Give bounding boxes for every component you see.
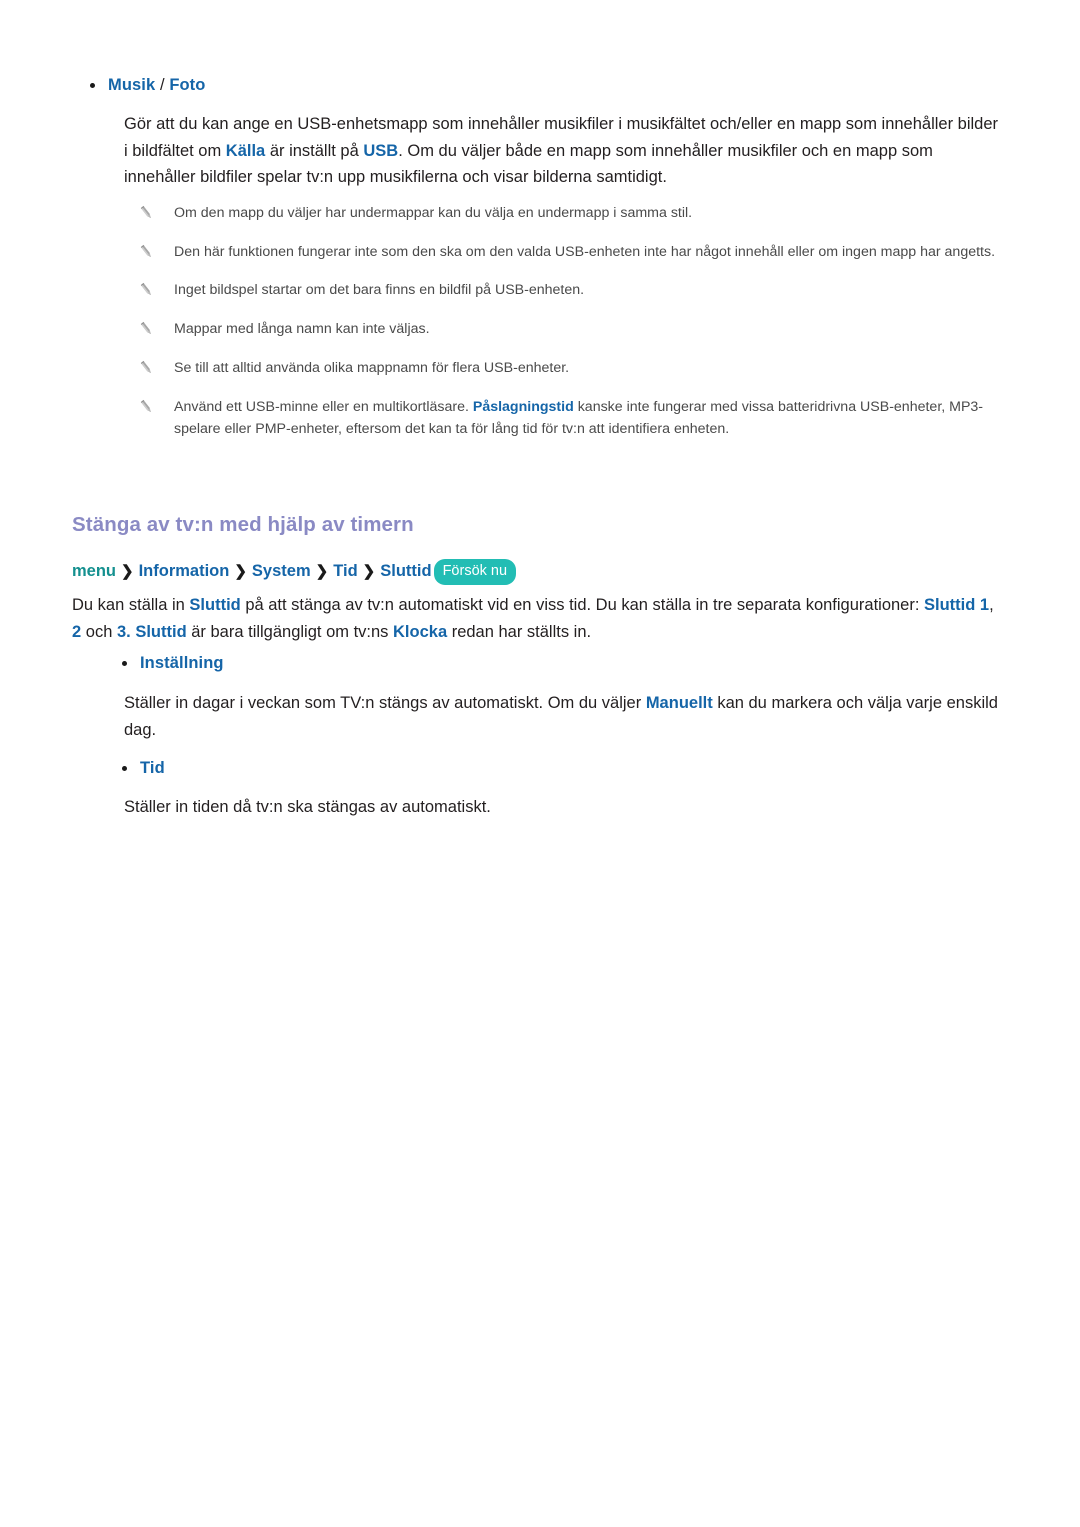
note-item: Om den mapp du väljer har undermappar ka… (124, 202, 1004, 225)
paragraph-tid: Ställer in tiden då tv:n ska stängas av … (124, 798, 491, 816)
note-text: Inget bildspel startar om det bara finns… (174, 282, 585, 299)
chevron-right-icon: ❯ (362, 563, 376, 580)
term-sluttid-repeat: Sluttid (135, 622, 187, 641)
note-item: Se till att alltid använda olika mappnam… (124, 357, 1004, 380)
text-segment: , (989, 596, 994, 614)
section-heading-timer: Stänga av tv:n med hjälp av timern (72, 513, 414, 536)
chevron-right-icon: ❯ (234, 563, 247, 580)
note-item: Mappar med långa namn kan inte väljas. (124, 318, 1004, 341)
text-segment: Du kan ställa in (72, 596, 190, 614)
pencil-icon (138, 398, 155, 415)
note-item: Den här funktionen fungerar inte som den… (124, 241, 1004, 264)
breadcrumb: menu ❯ Information ❯ System ❯ Tid ❯ Sluttid Försö… (72, 559, 517, 586)
bullet-dot-icon (90, 83, 95, 88)
pencil-icon (138, 320, 155, 337)
paragraph-timer: Du kan ställa in Sluttid på att stänga a… (72, 592, 1004, 645)
text-segment: redan har ställts in. (447, 622, 592, 641)
breadcrumb-item-sluttid[interactable]: Sluttid (380, 562, 431, 580)
note-list: Om den mapp du väljer har undermappar ka… (124, 202, 1004, 441)
text-segment: Ställer in dagar i veckan som TV:n stäng… (124, 694, 646, 712)
bullet-heading-tid: Tid (94, 757, 165, 780)
term-kalla: Källa (225, 141, 266, 160)
try-now-button[interactable]: Försök nu (433, 559, 517, 585)
note-item: Använd ett USB-minne eller en multikortl… (124, 396, 1004, 441)
text-segment: och (81, 622, 117, 641)
note-item: Inget bildspel startar om det bara finns… (124, 279, 1004, 302)
breadcrumb-item-system[interactable]: System (252, 562, 311, 580)
bullet-separator: / (155, 76, 170, 94)
term-sluttid-2: 2 (72, 622, 82, 641)
bullet-dot-icon (122, 766, 127, 771)
term-manuellt: Manuellt (645, 694, 713, 712)
text-segment: är inställt på (265, 141, 364, 160)
note-text: Om den mapp du väljer har undermappar ka… (174, 205, 693, 221)
term-sluttid: Sluttid (189, 596, 241, 614)
paragraph-installning: Ställer in dagar i veckan som TV:n stäng… (124, 690, 1004, 743)
bullet-label-installning: Inställning (140, 654, 224, 672)
paragraph-musik-foto: Gör att du kan ange en USB-enhetsmapp so… (124, 111, 1004, 191)
breadcrumb-item-tid[interactable]: Tid (333, 562, 357, 580)
chevron-right-icon: ❯ (121, 563, 134, 580)
bullet-label-foto: Foto (169, 76, 206, 94)
term-usb: USB (363, 141, 399, 160)
pencil-icon (138, 243, 155, 260)
pencil-icon (138, 359, 155, 376)
bullet-dot-icon (122, 661, 127, 666)
pencil-icon (138, 281, 155, 298)
chevron-right-icon: ❯ (315, 563, 329, 580)
note-text: Se till att alltid använda olika mappnam… (174, 359, 570, 376)
note-text: Mappar med långa namn kan inte väljas. (174, 321, 430, 338)
pencil-icon (138, 204, 155, 221)
bullet-label-musik: Musik (108, 76, 156, 94)
bullet-heading-installning: Inställning (94, 652, 224, 675)
bullet-label-tid: Tid (140, 759, 165, 777)
document-page: Musik / Foto Gör att du kan ange en USB-… (0, 0, 1080, 1527)
term-sluttid-1: Sluttid 1 (924, 596, 990, 614)
text-segment: är bara tillgängligt om tv:ns (186, 622, 394, 641)
note-text: Använd ett USB-minne eller en multikortl… (174, 398, 473, 415)
term-sluttid-3: 3. (116, 622, 131, 641)
note-text: Den här funktionen fungerar inte som den… (174, 243, 996, 260)
term-klocka: Klocka (393, 622, 448, 641)
breadcrumb-item-menu[interactable]: menu (72, 562, 116, 580)
bullet-heading-musik-foto: Musik / Foto (62, 74, 205, 97)
breadcrumb-item-information[interactable]: Information (139, 562, 230, 580)
term-paslagningstid: Påslagningstid (472, 398, 574, 415)
text-segment: på att stänga av tv:n automatiskt vid en… (240, 596, 925, 614)
